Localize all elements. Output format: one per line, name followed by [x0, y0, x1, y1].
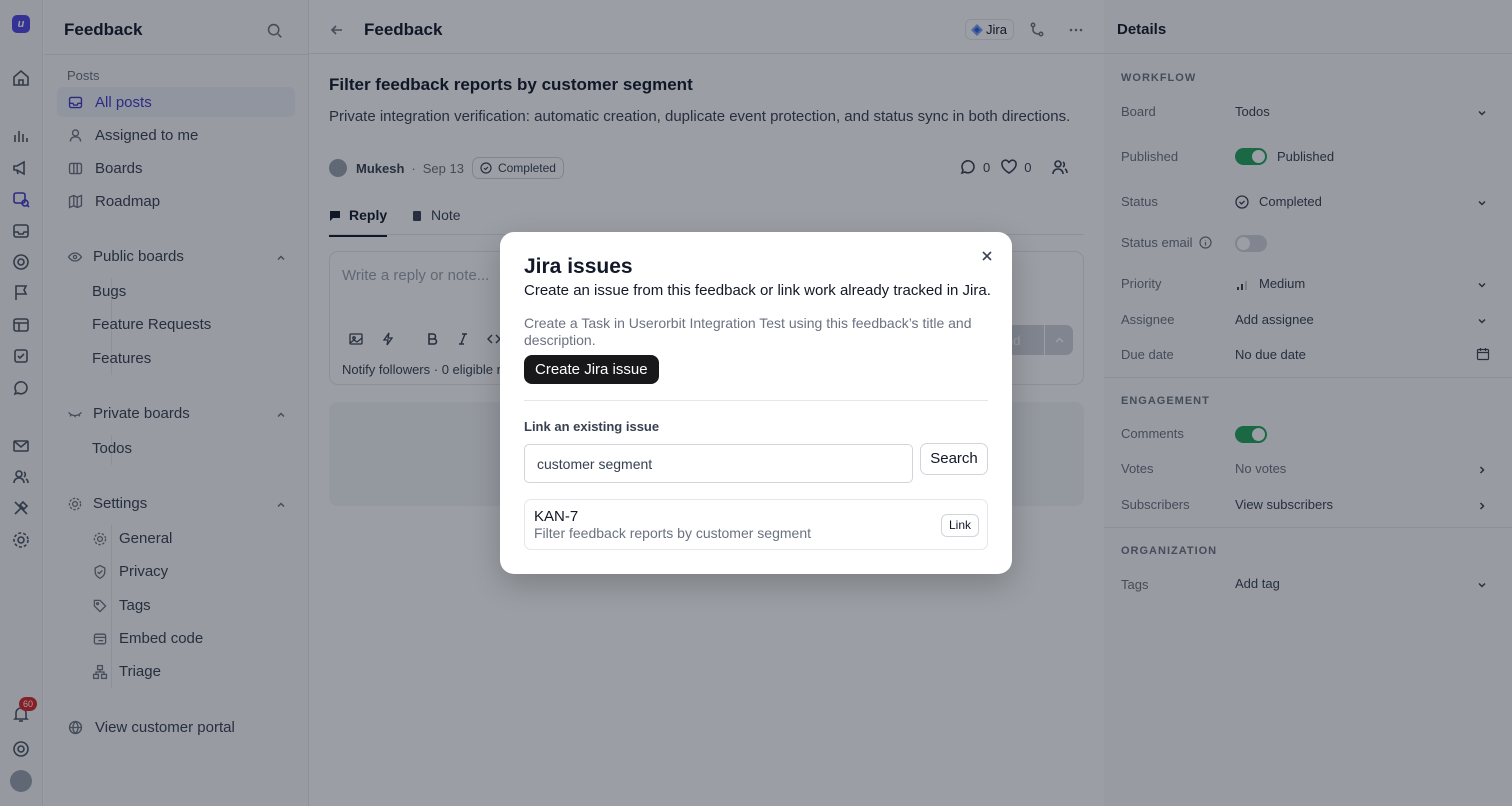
modal-title: Jira issues	[524, 255, 633, 278]
issue-search-input[interactable]	[524, 444, 913, 483]
modal-subtitle: Create an issue from this feedback or li…	[524, 282, 991, 299]
jira-issues-modal: Jira issues Create an issue from this fe…	[500, 232, 1012, 574]
create-description: Create a Task in Userorbit Integration T…	[524, 315, 972, 348]
close-icon[interactable]	[980, 249, 994, 263]
issue-key: KAN-7	[534, 508, 579, 525]
issue-title: Filter feedback reports by customer segm…	[534, 525, 812, 541]
link-issue-button[interactable]: Link	[941, 514, 979, 537]
create-jira-issue-button[interactable]: Create Jira issue	[524, 355, 659, 384]
search-button[interactable]: Search	[920, 443, 988, 475]
divider	[524, 400, 988, 401]
issue-result-row: KAN-7 Filter feedback reports by custome…	[524, 499, 988, 550]
link-existing-label: Link an existing issue	[524, 419, 660, 434]
